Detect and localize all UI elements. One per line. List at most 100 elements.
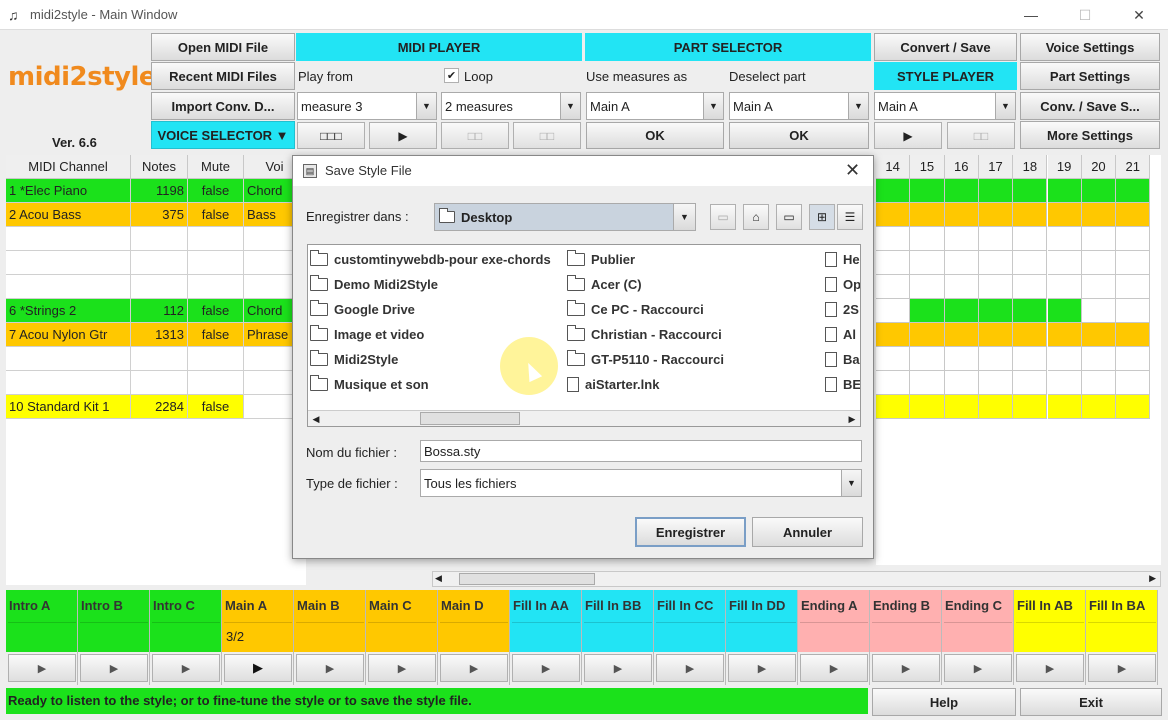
measure-cell[interactable]: [1013, 299, 1048, 323]
measure-cell[interactable]: [1013, 371, 1048, 395]
measure-cell[interactable]: [978, 203, 1014, 227]
measure-cell[interactable]: [1013, 323, 1048, 347]
measure-cell[interactable]: [876, 371, 911, 395]
measure-cell[interactable]: [978, 179, 1014, 203]
import-conv-button[interactable]: Import Conv. D...: [151, 92, 295, 120]
style-part[interactable]: Fill In BB ▶: [582, 590, 654, 685]
filetype-select[interactable]: Tous les fichiers ▼: [420, 469, 862, 497]
style-part[interactable]: Fill In AB ▶: [1014, 590, 1086, 685]
style-part[interactable]: Intro B ▶: [78, 590, 150, 685]
measure-cell[interactable]: [1047, 395, 1082, 419]
measure-cell[interactable]: [1116, 299, 1151, 323]
play-from-select[interactable]: measure 3 ▼: [297, 92, 437, 120]
home-icon[interactable]: ⌂: [743, 204, 769, 230]
part-play-button[interactable]: ▶: [152, 654, 220, 682]
column-header-midi-channel[interactable]: MIDI Channel: [6, 155, 131, 179]
measure-cell[interactable]: [978, 275, 1014, 299]
measure-cell[interactable]: [978, 371, 1014, 395]
recent-midi-files-button[interactable]: Recent MIDI Files: [151, 62, 295, 90]
measure-cell[interactable]: [978, 251, 1014, 275]
file-item[interactable]: He: [825, 248, 860, 270]
measure-cell[interactable]: [944, 371, 979, 395]
measure-cell[interactable]: [944, 203, 979, 227]
loop-checkbox[interactable]: ✔: [444, 68, 459, 83]
table-row[interactable]: 7 Acou Nylon Gtr 1313 false Phrase: [6, 323, 306, 347]
measure-cell[interactable]: [1047, 347, 1082, 371]
folder-item[interactable]: Ce PC - Raccourci: [567, 298, 704, 320]
file-item[interactable]: Op: [825, 273, 860, 295]
measure-cell[interactable]: [944, 251, 979, 275]
part-play-button[interactable]: ▶: [440, 654, 508, 682]
measure-cell[interactable]: [910, 251, 945, 275]
style-play-button[interactable]: ▶: [874, 122, 942, 149]
convert-save-button[interactable]: Convert / Save: [874, 33, 1017, 61]
measure-cell[interactable]: [910, 323, 945, 347]
measure-cell[interactable]: [1116, 323, 1151, 347]
part-play-button[interactable]: ▶: [584, 654, 652, 682]
close-window-button[interactable]: ✕: [1124, 4, 1154, 26]
measure-cell[interactable]: [876, 227, 911, 251]
save-button[interactable]: Enregistrer: [635, 517, 746, 547]
measure-cell[interactable]: [876, 299, 911, 323]
measure-cell[interactable]: [876, 347, 911, 371]
style-part[interactable]: Main C ▶: [366, 590, 438, 685]
list-view-icon[interactable]: ⊞: [809, 204, 835, 230]
measure-column-header[interactable]: 16: [944, 155, 979, 179]
table-row[interactable]: 2 Acou Bass 375 false Bass: [6, 203, 306, 227]
measure-cell[interactable]: [876, 203, 911, 227]
measure-cell[interactable]: [944, 395, 979, 419]
folder-item[interactable]: GT-P5110 - Raccourci: [567, 348, 724, 370]
part-settings-button[interactable]: Part Settings: [1020, 62, 1160, 90]
measure-cell[interactable]: [1013, 179, 1048, 203]
folder-item[interactable]: Publier: [567, 248, 635, 270]
measure-cell[interactable]: [1047, 179, 1082, 203]
measure-cell[interactable]: [1047, 203, 1082, 227]
measure-cell[interactable]: [944, 179, 979, 203]
voice-settings-button[interactable]: Voice Settings: [1020, 33, 1160, 61]
open-midi-file-button[interactable]: Open MIDI File: [151, 33, 295, 61]
measure-cell[interactable]: [1081, 251, 1117, 275]
style-part[interactable]: Intro C ▶: [150, 590, 222, 685]
midi-extra-button[interactable]: □□: [513, 122, 581, 149]
measure-cell[interactable]: [1116, 203, 1151, 227]
filename-input[interactable]: Bossa.sty: [420, 440, 862, 462]
style-part[interactable]: Fill In AA ▶: [510, 590, 582, 685]
measure-cell[interactable]: [978, 395, 1014, 419]
part-play-button[interactable]: ▶: [80, 654, 148, 682]
measure-cell[interactable]: [876, 395, 911, 419]
folder-item[interactable]: Midi2Style: [310, 348, 398, 370]
measure-cell[interactable]: [944, 323, 979, 347]
part-play-button[interactable]: ▶: [8, 654, 76, 682]
folder-item[interactable]: Acer (C): [567, 273, 642, 295]
part-play-button[interactable]: ▶: [944, 654, 1012, 682]
exit-button[interactable]: Exit: [1020, 688, 1162, 716]
midi-stop-button[interactable]: □□□: [297, 122, 365, 149]
measure-cell[interactable]: [978, 299, 1014, 323]
measure-cell[interactable]: [978, 323, 1014, 347]
measure-cell[interactable]: [910, 371, 945, 395]
measure-cell[interactable]: [1116, 275, 1151, 299]
measure-column-header[interactable]: 21: [1116, 155, 1151, 179]
part-play-button[interactable]: ▶: [1016, 654, 1084, 682]
measure-cell[interactable]: [1116, 347, 1151, 371]
part-play-button[interactable]: ▶: [800, 654, 868, 682]
part-play-button[interactable]: ▶: [656, 654, 724, 682]
measure-cell[interactable]: [944, 227, 979, 251]
part-play-button[interactable]: ▶: [512, 654, 580, 682]
measure-cell[interactable]: [1116, 179, 1151, 203]
file-item[interactable]: aiStarter.lnk: [567, 373, 659, 395]
folder-item[interactable]: customtinywebdb-pour exe-chords: [310, 248, 551, 270]
dialog-close-icon[interactable]: ✕: [845, 160, 860, 181]
measure-cell[interactable]: [1081, 395, 1117, 419]
midi-pause-button[interactable]: □□: [441, 122, 509, 149]
measure-cell[interactable]: [1081, 347, 1117, 371]
part-play-button[interactable]: ▶: [368, 654, 436, 682]
measure-cell[interactable]: [944, 299, 979, 323]
measure-cell[interactable]: [1081, 371, 1117, 395]
use-measures-select[interactable]: Main A ▼: [586, 92, 724, 120]
measure-cell[interactable]: [1081, 275, 1117, 299]
column-header-notes[interactable]: Notes: [131, 155, 188, 179]
measure-cell[interactable]: [978, 227, 1014, 251]
measure-cell[interactable]: [910, 179, 945, 203]
conv-save-settings-button[interactable]: Conv. / Save S...: [1020, 92, 1160, 120]
